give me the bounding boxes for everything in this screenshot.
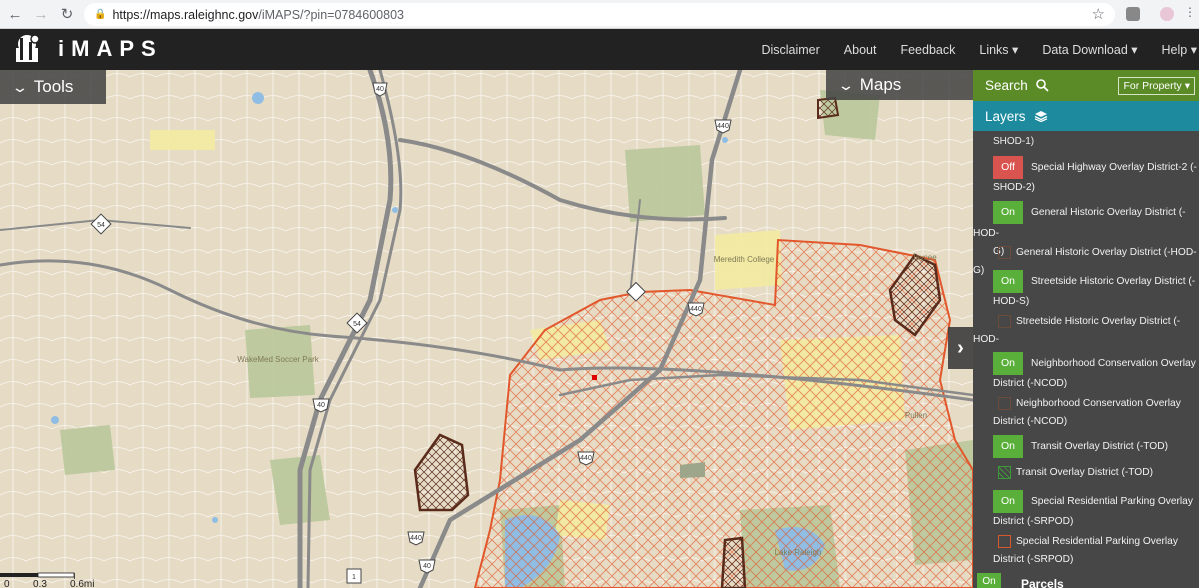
side-panel: Search For Property ▾ Layers SHOD-1) Off…: [973, 70, 1199, 588]
layers-stack-icon: [1034, 111, 1047, 122]
map-canvas[interactable]: 40 440 54 54 40 440 440 440 40 1 Meredit…: [0, 70, 973, 588]
app-title: iMAPS: [58, 36, 163, 61]
url-path: /iMAPS/?pin=0784600803: [258, 7, 404, 22]
legend-label: Neighborhood Conservation Overlay: [1016, 398, 1181, 409]
legend-label-cont: District (-NCOD): [993, 416, 1068, 427]
maps-toggle-button[interactable]: ⌄ Maps: [826, 70, 973, 100]
layer-label: Streetside Historic Overlay District (-: [1031, 276, 1196, 287]
svg-text:40: 40: [317, 402, 325, 409]
layer-label-cont: District (-NCOD): [993, 378, 1068, 389]
tools-toggle-button[interactable]: ⌄ Tools: [0, 70, 106, 104]
panel-collapse-button[interactable]: ›: [948, 327, 973, 369]
svg-text:440: 440: [717, 123, 729, 130]
svg-text:Lake Raleigh: Lake Raleigh: [775, 548, 822, 557]
selected-parcel-marker: [592, 375, 597, 380]
layer-toggle[interactable]: On: [993, 490, 1023, 513]
search-icon[interactable]: [1035, 79, 1049, 92]
lock-icon: 🔒: [94, 9, 107, 20]
svg-text:Meredith College: Meredith College: [714, 255, 775, 264]
tools-label: Tools: [33, 77, 74, 96]
city-logo-icon[interactable]: [9, 32, 45, 66]
layer-srpod: On Special Residential Parking Overlay Di…: [973, 490, 1199, 531]
svg-text:40: 40: [376, 86, 384, 93]
nav-disclaimer[interactable]: Disclaimer: [761, 43, 819, 57]
legend-swatch: [998, 396, 1011, 410]
back-icon[interactable]: ←: [4, 3, 26, 25]
legend-label: Special Residential Parking Overlay: [1016, 536, 1178, 547]
legend-label: Transit Overlay District (-TOD): [1016, 467, 1153, 478]
map-graphics: 40 440 54 54 40 440 440 440 40 1 Meredit…: [0, 70, 973, 588]
parcels-toggle[interactable]: On: [977, 573, 1001, 588]
layer-label: Special Highway Overlay District-2 (-: [1031, 162, 1197, 173]
legend-swatch: [998, 314, 1011, 328]
svg-text:Jaycee: Jaycee: [911, 253, 937, 262]
legend-label-cont: District (-SRPOD): [993, 554, 1074, 565]
layers-label: Layers: [985, 108, 1026, 124]
legend-ncod: Neighborhood Conservation Overlay Distri…: [973, 395, 1199, 431]
layer-hod-s: On Streetside Historic Overlay District (…: [973, 270, 1199, 311]
layer-label: Transit Overlay District (-TOD): [1031, 441, 1168, 452]
layer-label-cont: SHOD-2): [993, 182, 1035, 193]
svg-text:40: 40: [423, 563, 431, 570]
layer-toggle[interactable]: Off: [993, 156, 1023, 179]
legend-swatch: [998, 245, 1011, 259]
nav-help[interactable]: Help ▾: [1162, 42, 1197, 57]
layer-shod-2: Off Special Highway Overlay District-2 (-…: [973, 156, 1199, 197]
search-label: Search: [985, 78, 1028, 93]
layers-header[interactable]: Layers: [973, 101, 1199, 131]
profile-avatar[interactable]: [1160, 7, 1174, 21]
layer-toggle[interactable]: On: [993, 352, 1023, 375]
layer-toggle[interactable]: On: [993, 435, 1023, 458]
reload-icon[interactable]: ↻: [56, 3, 78, 25]
svg-text:1: 1: [352, 574, 356, 581]
layer-tod: On Transit Overlay District (-TOD): [973, 435, 1199, 458]
scale-label-mid: 0.3: [33, 579, 47, 588]
parcels-label: Parcels: [1021, 577, 1064, 588]
layer-label-cont: HOD-S): [993, 296, 1030, 307]
layer-toggle[interactable]: On: [993, 201, 1023, 224]
forward-icon[interactable]: →: [30, 3, 52, 25]
layer-label: Neighborhood Conservation Overlay: [1031, 358, 1196, 369]
legend-swatch: [998, 534, 1011, 548]
legend-srpod: Special Residential Parking Overlay Dist…: [973, 533, 1199, 569]
browser-menu-icon[interactable]: ⋮: [1184, 5, 1196, 19]
layer-toggle[interactable]: On: [993, 270, 1023, 293]
extension-icon[interactable]: [1126, 7, 1140, 21]
parcels-layer: On Parcels: [977, 573, 1199, 588]
maps-label: Maps: [859, 75, 902, 94]
search-mode-select[interactable]: For Property ▾: [1118, 77, 1195, 95]
layer-label: Special Residential Parking Overlay: [1031, 496, 1193, 507]
scale-label-end: 0.6mi: [70, 579, 95, 588]
search-bar[interactable]: Search For Property ▾: [973, 70, 1199, 101]
bookmark-star-icon[interactable]: ☆: [1092, 5, 1105, 23]
svg-text:440: 440: [410, 535, 422, 542]
svg-text:54: 54: [353, 321, 361, 328]
layer-cut-text: SHOD-1): [993, 136, 1035, 146]
svg-text:Pullen: Pullen: [905, 411, 927, 420]
url-domain: https://maps.raleighnc.gov: [112, 7, 259, 22]
address-bar[interactable]: 🔒 https://maps.raleighnc.gov/iMAPS/?pin=…: [84, 3, 1115, 26]
layer-ncod: On Neighborhood Conservation Overlay Dist…: [973, 352, 1199, 393]
legend-swatch: [998, 465, 1011, 479]
browser-toolbar: ← → ↻ 🔒 https://maps.raleighnc.gov/iMAPS…: [0, 0, 1199, 29]
svg-text:54: 54: [97, 222, 105, 229]
nav-data-download[interactable]: Data Download ▾: [1042, 42, 1137, 57]
chevron-down-icon: ⌄: [11, 78, 29, 95]
top-nav: Disclaimer About Feedback Links ▾ Data D…: [761, 29, 1199, 70]
svg-text:WakeMed Soccer Park: WakeMed Soccer Park: [237, 355, 320, 364]
legend-tod: Transit Overlay District (-TOD): [973, 464, 1199, 482]
svg-text:440: 440: [690, 306, 702, 313]
scale-label-zero: 0: [4, 579, 10, 588]
svg-text:440: 440: [580, 455, 592, 462]
layer-label-cont: District (-SRPOD): [993, 516, 1074, 527]
nav-about[interactable]: About: [844, 43, 877, 57]
nav-feedback[interactable]: Feedback: [900, 43, 955, 57]
chevron-down-icon: ⌄: [837, 76, 855, 93]
chevron-right-icon: ›: [957, 336, 964, 359]
nav-links[interactable]: Links ▾: [979, 42, 1018, 57]
app-header: iMAPS Disclaimer About Feedback Links ▾ …: [0, 29, 1199, 70]
